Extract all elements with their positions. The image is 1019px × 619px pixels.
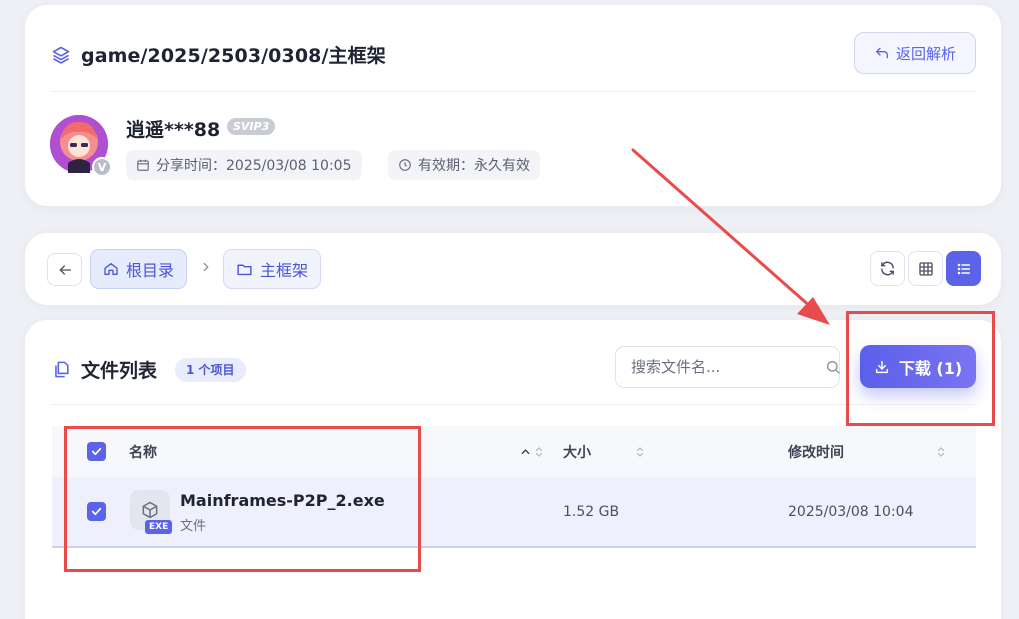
breadcrumb-root-label: 根目录 xyxy=(126,261,175,280)
vip-badge: SVIP3 xyxy=(227,118,276,135)
user-name: 逍遥***88 xyxy=(126,119,221,141)
calendar-icon xyxy=(136,158,150,172)
refresh-icon xyxy=(881,261,894,276)
divider xyxy=(51,91,975,92)
sort-size-control[interactable] xyxy=(635,445,645,459)
breadcrumb-root[interactable]: 根目录 xyxy=(90,249,188,289)
item-count-badge: 1 个项目 xyxy=(175,357,246,382)
sort-icon xyxy=(937,446,945,457)
breadcrumb-current[interactable]: 主框架 xyxy=(223,249,322,289)
column-modified[interactable]: 修改时间 xyxy=(788,442,844,462)
file-list-title: 文件列表 xyxy=(81,360,158,382)
files-icon xyxy=(52,360,71,379)
divider xyxy=(51,404,975,405)
sort-icon xyxy=(636,446,644,457)
chevron-right-icon xyxy=(199,260,213,274)
back-to-parse-button[interactable]: 返回解析 xyxy=(854,32,976,74)
share-time-text: 分享时间：2025/03/08 10:05 xyxy=(156,158,352,174)
share-info-card: game/2025/2503/0308/主框架 返回解析 V 逍遥***88 S… xyxy=(25,5,1001,206)
refresh-button[interactable] xyxy=(870,251,905,286)
annotation-file-highlight xyxy=(64,426,421,572)
undo-arrow-icon xyxy=(874,45,890,61)
breadcrumb-current-label: 主框架 xyxy=(260,261,309,280)
sort-icon xyxy=(535,446,543,457)
annotation-download-highlight xyxy=(846,311,995,426)
folder-icon xyxy=(236,261,253,278)
file-list-header: 文件列表 1 个项目 xyxy=(52,356,246,383)
arrow-left-icon xyxy=(59,264,71,275)
nav-back-button[interactable] xyxy=(47,253,82,286)
file-modified: 2025/03/08 10:04 xyxy=(788,503,914,520)
search-input[interactable] xyxy=(631,358,825,376)
clock-icon xyxy=(398,158,412,172)
grid-view-icon xyxy=(918,261,933,276)
avatar[interactable]: V xyxy=(50,115,112,177)
validity-text: 有效期：永久有效 xyxy=(418,158,530,174)
share-time-chip: 分享时间：2025/03/08 10:05 xyxy=(126,150,362,180)
validity-chip: 有效期：永久有效 xyxy=(388,150,540,180)
grid-view-button[interactable] xyxy=(908,251,943,286)
home-icon xyxy=(103,261,119,277)
chevron-up-icon xyxy=(521,449,530,455)
list-view-button[interactable] xyxy=(946,251,981,286)
sort-modified-control[interactable] xyxy=(936,445,946,459)
sort-name-control[interactable] xyxy=(520,445,544,459)
share-path-row: game/2025/2503/0308/主框架 xyxy=(51,41,386,68)
share-path-title: game/2025/2503/0308/主框架 xyxy=(81,45,386,67)
column-size[interactable]: 大小 xyxy=(563,442,591,462)
search-box[interactable] xyxy=(615,346,840,388)
back-to-parse-label: 返回解析 xyxy=(895,44,956,63)
file-size: 1.52 GB xyxy=(563,503,620,520)
breadcrumb-bar: 根目录 主框架 xyxy=(25,233,1001,305)
verified-badge: V xyxy=(92,157,112,177)
list-view-icon xyxy=(957,263,970,274)
layers-icon xyxy=(51,45,71,65)
search-icon[interactable] xyxy=(825,359,841,375)
